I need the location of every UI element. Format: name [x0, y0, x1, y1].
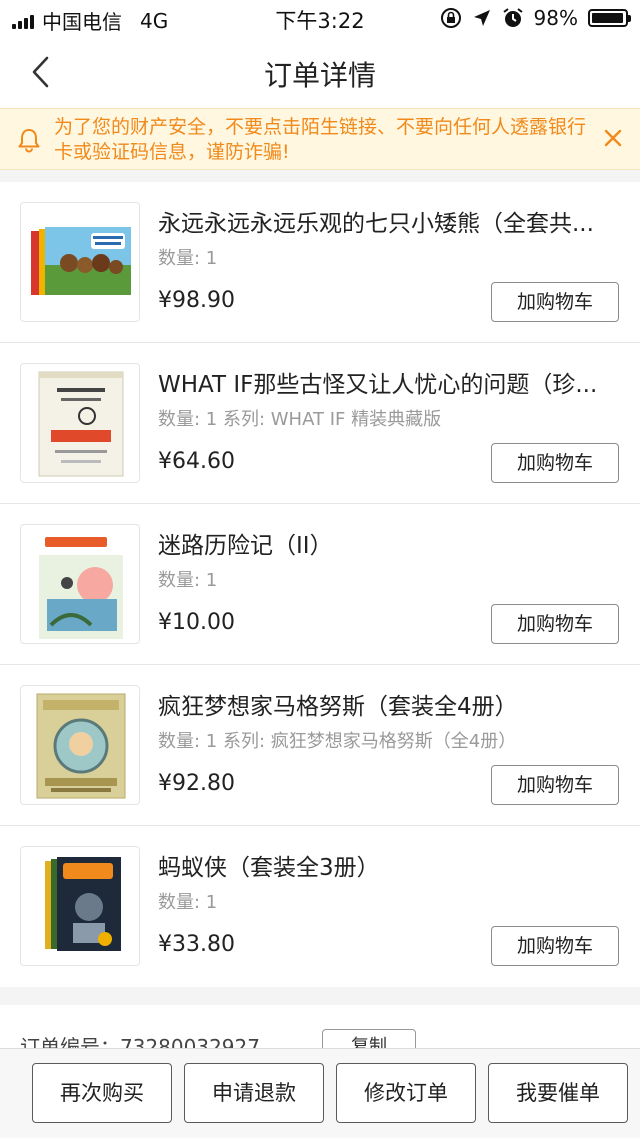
- book-cover-image: [38, 371, 124, 477]
- add-to-cart-button[interactable]: 加购物车: [491, 765, 619, 805]
- notice-text: 为了您的财产安全，不要点击陌生链接、不要向任何人透露银行卡或验证码信息，谨防诈骗…: [54, 116, 587, 163]
- section-divider: [0, 987, 640, 1005]
- item-title[interactable]: 蚂蚁侠（套装全3册）: [158, 848, 618, 882]
- buy-again-button[interactable]: 再次购买: [32, 1063, 172, 1123]
- refund-button[interactable]: 申请退款: [184, 1063, 324, 1123]
- order-item: 蚂蚁侠（套装全3册） 数量: 1 ¥33.80 加购物车: [0, 826, 640, 987]
- book-cover-image: [31, 227, 131, 295]
- item-meta: 数量: 1 系列: 疯狂梦想家马格努斯（全4册）: [158, 731, 517, 752]
- item-price: ¥64.60: [158, 449, 235, 474]
- order-item: 疯狂梦想家马格努斯（套装全4册） 数量: 1 系列: 疯狂梦想家马格努斯（全4册…: [0, 665, 640, 826]
- battery-percent: 98%: [533, 6, 578, 30]
- battery-fill: [592, 13, 624, 23]
- alarm-icon: [502, 8, 523, 27]
- add-to-cart-button[interactable]: 加购物车: [491, 443, 619, 483]
- nav-bar: 订单详情: [0, 36, 640, 108]
- item-price: ¥92.80: [158, 771, 235, 796]
- add-to-cart-button[interactable]: 加购物车: [491, 926, 619, 966]
- product-thumbnail[interactable]: [20, 202, 140, 322]
- section-divider: [0, 170, 640, 182]
- item-price: ¥10.00: [158, 610, 235, 635]
- book-cover-image: [45, 857, 121, 951]
- security-notice: 为了您的财产安全，不要点击陌生链接、不要向任何人透露银行卡或验证码信息，谨防诈骗…: [0, 108, 640, 170]
- book-cover-image: [39, 531, 123, 639]
- item-title[interactable]: WHAT IF那些古怪又让人忧心的问题（珍...: [158, 365, 618, 399]
- order-item: 永远永远永远乐观的七只小矮熊（全套共... 数量: 1 ¥98.90 加购物车: [0, 182, 640, 343]
- battery-icon: [588, 9, 631, 27]
- order-item: 迷路历险记（II） 数量: 1 ¥10.00 加购物车: [0, 504, 640, 665]
- bottom-action-bar: 再次购买 申请退款 修改订单 我要催单: [0, 1048, 640, 1138]
- item-price: ¥33.80: [158, 932, 235, 957]
- location-icon: [473, 10, 490, 26]
- item-meta: 数量: 1 系列: WHAT IF 精装典藏版: [158, 409, 442, 430]
- item-price: ¥98.90: [158, 288, 235, 313]
- add-to-cart-button[interactable]: 加购物车: [491, 604, 619, 644]
- item-title[interactable]: 永远永远永远乐观的七只小矮熊（全套共...: [158, 204, 618, 238]
- item-title[interactable]: 迷路历险记（II）: [158, 526, 618, 560]
- product-thumbnail[interactable]: [20, 685, 140, 805]
- status-right: 98%: [440, 6, 631, 30]
- item-meta: 数量: 1: [158, 248, 218, 269]
- bell-icon: [18, 129, 40, 153]
- page-title: 订单详情: [263, 59, 376, 92]
- book-cover-image: [36, 693, 126, 799]
- close-icon[interactable]: [602, 127, 624, 149]
- order-items-list: 永远永远永远乐观的七只小矮熊（全套共... 数量: 1 ¥98.90 加购物车 …: [0, 182, 640, 987]
- item-meta: 数量: 1: [158, 570, 218, 591]
- item-meta: 数量: 1: [158, 892, 218, 913]
- product-thumbnail[interactable]: [20, 524, 140, 644]
- modify-order-button[interactable]: 修改订单: [336, 1063, 476, 1123]
- orientation-lock-icon: [440, 8, 461, 28]
- order-item: WHAT IF那些古怪又让人忧心的问题（珍... 数量: 1 系列: WHAT …: [0, 343, 640, 504]
- product-thumbnail[interactable]: [20, 363, 140, 483]
- product-thumbnail[interactable]: [20, 846, 140, 966]
- item-title[interactable]: 疯狂梦想家马格努斯（套装全4册）: [158, 687, 618, 721]
- urge-order-button[interactable]: 我要催单: [488, 1063, 628, 1123]
- add-to-cart-button[interactable]: 加购物车: [491, 282, 619, 322]
- status-bar: 中国电信 4G 下午3:22 98%: [0, 0, 640, 36]
